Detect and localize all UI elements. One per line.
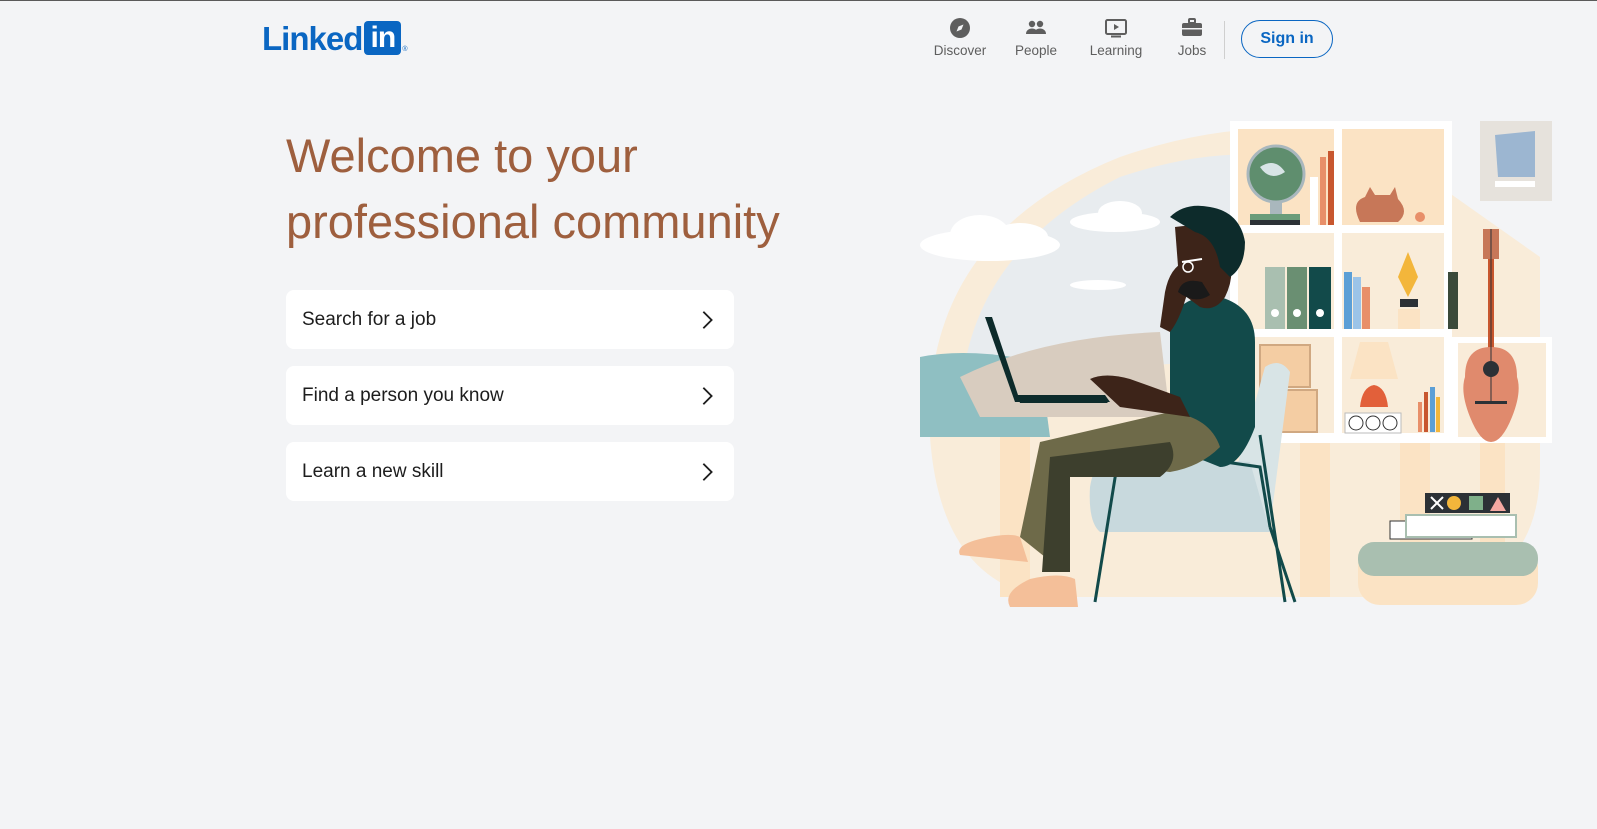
nav-separator bbox=[1224, 21, 1225, 59]
nav-people-label: People bbox=[1014, 43, 1058, 58]
chevron-right-icon bbox=[702, 310, 713, 329]
logo-in-box: in bbox=[364, 21, 402, 55]
search-job-card[interactable]: Search for a job bbox=[286, 290, 734, 349]
play-video-icon bbox=[1105, 19, 1127, 38]
people-icon bbox=[1026, 20, 1046, 34]
action-cards: Search for a job Find a person you know … bbox=[286, 290, 734, 518]
nav-discover-label: Discover bbox=[933, 43, 987, 58]
nav-discover[interactable]: Discover bbox=[928, 16, 992, 58]
nav-jobs-label: Jobs bbox=[1177, 43, 1207, 58]
compass-icon bbox=[950, 18, 970, 38]
logo-registered-mark: ® bbox=[402, 46, 408, 53]
card-label: Learn a new skill bbox=[302, 460, 444, 482]
linkedin-logo[interactable]: Linked in ® bbox=[262, 21, 408, 55]
briefcase-icon bbox=[1182, 18, 1202, 36]
find-person-card[interactable]: Find a person you know bbox=[286, 366, 734, 425]
nav-learning[interactable]: Learning bbox=[1083, 16, 1149, 58]
chevron-right-icon bbox=[702, 386, 713, 405]
hero-illustration bbox=[920, 121, 1552, 607]
sign-in-button[interactable]: Sign in bbox=[1241, 20, 1333, 58]
headline-line-2: professional community bbox=[286, 195, 780, 248]
learn-skill-card[interactable]: Learn a new skill bbox=[286, 442, 734, 501]
logo-word: Linked bbox=[262, 19, 363, 57]
nav-people[interactable]: People bbox=[1008, 16, 1064, 58]
card-label: Find a person you know bbox=[302, 384, 504, 406]
page-title: Welcome to your professional community bbox=[286, 123, 846, 255]
nav-jobs[interactable]: Jobs bbox=[1172, 16, 1212, 58]
headline-line-1: Welcome to your bbox=[286, 129, 638, 182]
nav-learning-label: Learning bbox=[1089, 43, 1143, 58]
chevron-right-icon bbox=[702, 462, 713, 481]
card-label: Search for a job bbox=[302, 308, 437, 330]
